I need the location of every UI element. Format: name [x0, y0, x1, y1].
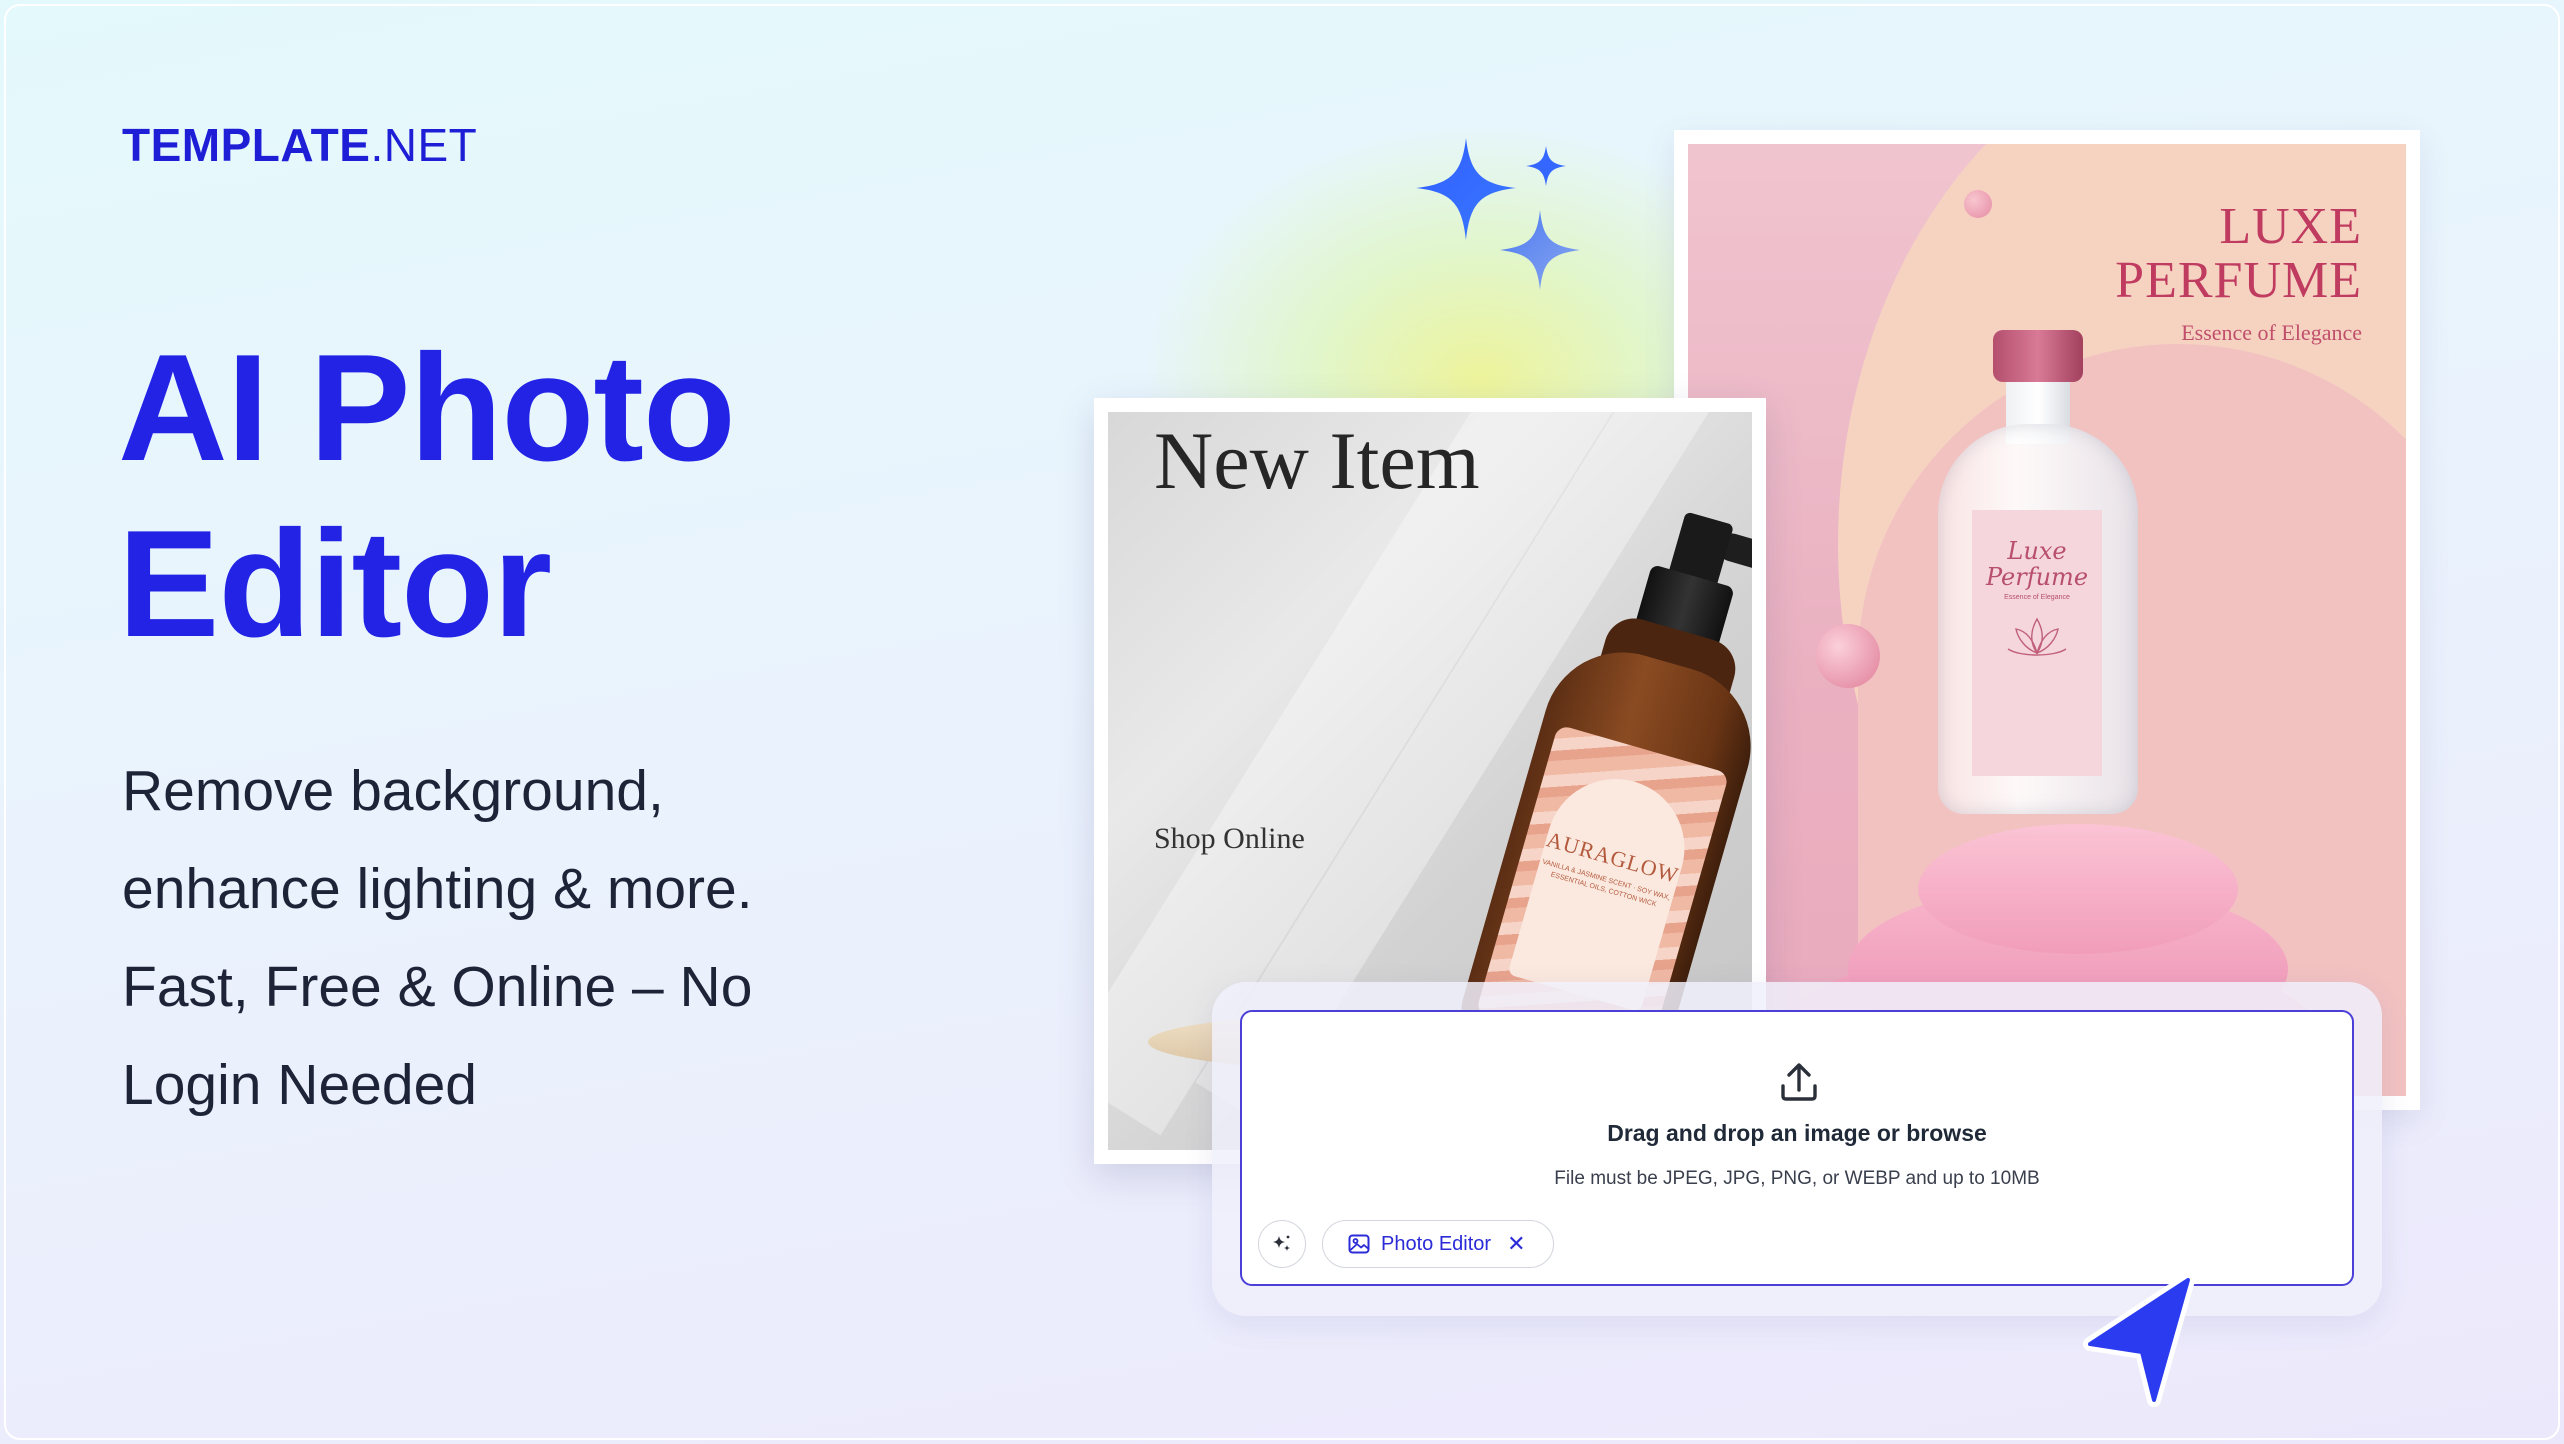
- decor-ball-small: [1964, 190, 1992, 218]
- sparkle-wand-icon: [1273, 1235, 1290, 1251]
- perfume-title: LUXE PERFUME: [2115, 200, 2362, 308]
- perfume-bottle-label: Luxe Perfume Essence of Elegance: [1972, 510, 2102, 776]
- perfume-sample-image: Luxe Perfume Essence of Elegance LUXE PE…: [1688, 144, 2406, 1096]
- image-dropzone[interactable]: Drag and drop an image or browse File mu…: [1240, 1010, 2354, 1286]
- perfume-bottle-cap: [1993, 330, 2083, 382]
- magic-tools-button[interactable]: [1258, 1220, 1306, 1268]
- photo-editor-chip[interactable]: Photo Editor ✕: [1322, 1220, 1554, 1268]
- image-icon: [1348, 1234, 1370, 1254]
- shop-online-text: Shop Online: [1154, 822, 1305, 855]
- perfume-title-line-2: PERFUME: [2115, 252, 2362, 309]
- upload-icon: [1781, 1063, 1817, 1101]
- decor-ball-mid: [1816, 624, 1880, 688]
- hero-description-line-2: enhance lighting & more.: [122, 857, 753, 921]
- hero-description-line-3: Fast, Free & Online – No: [122, 955, 753, 1019]
- close-icon[interactable]: ✕: [1507, 1233, 1525, 1255]
- hero-description-line-4: Login Needed: [122, 1053, 477, 1117]
- brand-logo-bold: TEMPLATE: [122, 119, 371, 171]
- perfume-title-line-1: LUXE: [2219, 198, 2362, 255]
- hero-banner: TEMPLATE.NET AI Photo Editor Remove back…: [0, 0, 2564, 1444]
- podium-tier-1: [1918, 824, 2238, 954]
- lotus-icon: [2007, 617, 2067, 656]
- page-title-line-1: AI Photo: [118, 323, 736, 493]
- page-title-line-2: Editor: [118, 499, 552, 669]
- bottle-label-line-1: Luxe: [2007, 537, 2067, 565]
- brand-logo-light: .NET: [370, 119, 478, 171]
- hero-description-line-1: Remove background,: [122, 759, 664, 823]
- bottle-label-sub: Essence of Elegance: [2004, 594, 2070, 601]
- new-item-title: New Item: [1154, 415, 1480, 506]
- sparkles-icon: [1416, 138, 1580, 290]
- hero-description: Remove background, enhance lighting & mo…: [122, 742, 942, 1134]
- cursor-pointer-icon: [2083, 1273, 2195, 1407]
- dropzone-title[interactable]: Drag and drop an image or browse: [1242, 1120, 2352, 1147]
- perfume-sample-card: Luxe Perfume Essence of Elegance LUXE PE…: [1674, 130, 2420, 1110]
- brand-logo[interactable]: TEMPLATE.NET: [122, 118, 477, 172]
- perfume-subtitle: Essence of Elegance: [2181, 320, 2362, 345]
- dropzone-hint: File must be JPEG, JPG, PNG, or WEBP and…: [1554, 1168, 2040, 1189]
- bottle-label-line-2: Perfume: [1985, 563, 2089, 591]
- page-title: AI Photo Editor: [118, 320, 938, 672]
- photo-editor-chip-label: Photo Editor: [1381, 1232, 1492, 1255]
